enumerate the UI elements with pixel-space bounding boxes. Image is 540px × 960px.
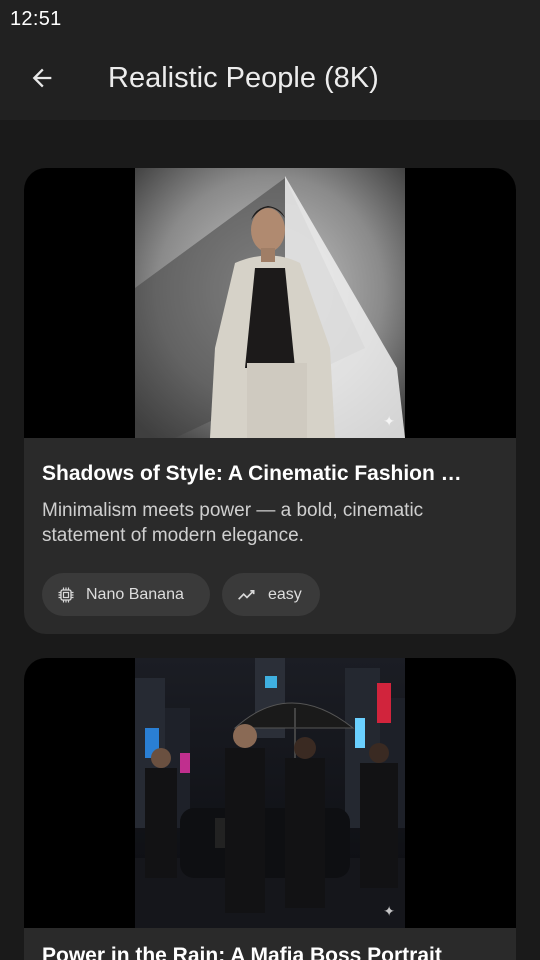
card-title: Shadows of Style: A Cinematic Fashion … bbox=[42, 462, 462, 485]
card-media: ✦ bbox=[24, 658, 516, 928]
card-title: Power in the Rain: A Mafia Boss Portrait bbox=[42, 944, 442, 960]
trending-icon bbox=[238, 589, 255, 600]
back-arrow-icon bbox=[32, 68, 52, 88]
card-image: ✦ bbox=[135, 168, 405, 438]
difficulty-chip[interactable]: easy bbox=[222, 573, 320, 616]
template-card[interactable]: ✦ Shadows of Style: A Cinematic Fashion … bbox=[24, 168, 516, 634]
chip-icon bbox=[58, 587, 74, 602]
model-chip[interactable]: Nano Banana bbox=[42, 573, 210, 616]
difficulty-chip-label: easy bbox=[268, 585, 302, 603]
app-bar: Realistic People (8K) bbox=[0, 38, 540, 120]
card-media: ✦ bbox=[24, 168, 516, 438]
card-list: ✦ Shadows of Style: A Cinematic Fashion … bbox=[0, 120, 540, 960]
card-image: ✦ bbox=[135, 658, 405, 928]
back-button[interactable] bbox=[22, 58, 62, 98]
status-time: 12:51 bbox=[10, 8, 62, 30]
status-bar: 12:51 bbox=[0, 0, 540, 38]
model-chip-label: Nano Banana bbox=[86, 585, 184, 603]
sparkle-icon: ✦ bbox=[383, 903, 395, 919]
template-card[interactable]: ✦ Power in the Rain: A Mafia Boss Portra… bbox=[24, 658, 516, 960]
sparkle-icon: ✦ bbox=[383, 413, 395, 429]
card-description: Minimalism meets power — a bold, cinemat… bbox=[42, 500, 424, 546]
page-title: Realistic People (8K) bbox=[108, 62, 379, 94]
